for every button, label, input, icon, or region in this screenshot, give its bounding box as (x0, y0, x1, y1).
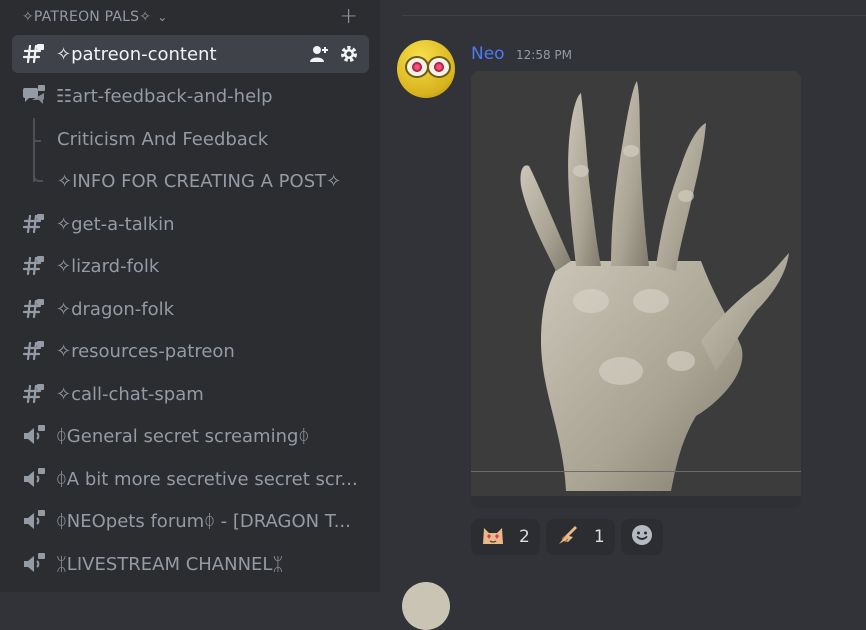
claw-hand-image (520, 81, 789, 491)
reaction-count: 2 (519, 527, 530, 547)
channel-neopets-forum[interactable]: ᛰNEOpets forumᛰ - [DRAGON T... (12, 502, 369, 540)
smiley-icon (631, 524, 653, 551)
thread-name: Criticism And Feedback (57, 128, 269, 150)
create-invite-icon[interactable] (309, 44, 329, 64)
channel-name: ✧resources-patreon (56, 340, 235, 362)
voice-channel-locked-icon (22, 424, 46, 448)
channel-name: ✧call-chat-spam (56, 383, 204, 405)
thread-name: ✧INFO FOR CREATING A POST✧ (57, 170, 342, 192)
channel-call-chat-spam[interactable]: ✧call-chat-spam (12, 375, 369, 413)
thread-spine (33, 118, 45, 182)
reaction-pointing-hand[interactable]: 1 (545, 519, 615, 555)
cat-heart-eyes-emoji (481, 524, 505, 551)
channel-patreon-content[interactable]: ✧patreon-content (12, 35, 369, 73)
voice-channel-locked-icon (22, 467, 46, 491)
text-channel-locked-icon (22, 42, 46, 66)
category-label: ✧PATREON PALS✧ (22, 9, 152, 25)
forum-channel-locked-icon (22, 84, 46, 108)
channel-name: ✧get-a-talkin (56, 213, 175, 235)
avatar[interactable] (397, 40, 455, 98)
text-channel-locked-icon (22, 297, 46, 321)
channel-dragon-folk[interactable]: ✧dragon-folk (12, 290, 369, 328)
thread-criticism-and-feedback[interactable]: Criticism And Feedback (57, 122, 268, 156)
channel-a-bit-more-secretive[interactable]: ᛰA bit more secretive secret scr... (12, 460, 369, 498)
reaction-cat-heart-eyes[interactable]: 2 (471, 519, 540, 555)
message-divider (402, 15, 866, 16)
reaction-count: 1 (593, 527, 605, 547)
channel-name: ᛯLIVESTREAM CHANNELᛯ (56, 553, 284, 575)
channel-general-secret-screaming[interactable]: ᛰGeneral secret screamingᛰ (12, 417, 369, 455)
text-channel-locked-icon (22, 339, 46, 363)
channel-name: ☷art-feedback-and-help (56, 85, 273, 107)
channel-name: ✧patreon-content (56, 43, 217, 65)
thread-info-for-creating-a-post[interactable]: ✧INFO FOR CREATING A POST✧ (57, 164, 341, 198)
image-attachment[interactable] (471, 71, 801, 508)
channel-get-a-talkin[interactable]: ✧get-a-talkin (12, 205, 369, 243)
text-channel-locked-icon (22, 212, 46, 236)
avatar-eye (405, 56, 429, 78)
channel-lizard-folk[interactable]: ✧lizard-folk (12, 247, 369, 285)
avatar-eye (427, 56, 451, 78)
channel-resources-patreon[interactable]: ✧resources-patreon (12, 332, 369, 370)
voice-channel-locked-icon (22, 552, 46, 576)
message-timestamp: 12:58 PM (516, 48, 572, 62)
text-channel-locked-icon (22, 382, 46, 406)
chevron-down-icon: ⌄ (157, 10, 168, 24)
channel-livestream[interactable]: ᛯLIVESTREAM CHANNELᛯ (12, 545, 369, 583)
category-header[interactable]: ✧PATREON PALS✧ ⌄ + (22, 4, 362, 29)
channel-name: ✧dragon-folk (56, 298, 175, 320)
channel-sidebar: ✧PATREON PALS✧ ⌄ + ✧patreon-content ☷art… (0, 0, 380, 592)
reactions-bar: 2 1 (471, 519, 663, 555)
voice-channel-locked-icon (22, 509, 46, 533)
attachment-separator (471, 471, 801, 472)
chat-area: Neo 12:58 PM 2 1 (380, 0, 866, 630)
gear-icon[interactable] (339, 44, 359, 64)
avatar[interactable] (402, 582, 450, 630)
channel-name: ᛰNEOpets forumᛰ - [DRAGON T... (56, 510, 351, 532)
channel-name: ᛰGeneral secret screamingᛰ (56, 425, 310, 447)
channel-name: ᛰA bit more secretive secret scr... (56, 468, 358, 490)
create-channel-button[interactable]: + (339, 4, 358, 29)
add-reaction-button[interactable] (620, 519, 663, 555)
channel-art-feedback-and-help[interactable]: ☷art-feedback-and-help (12, 77, 369, 115)
message-author[interactable]: Neo (471, 44, 505, 64)
attachment-footer (471, 496, 801, 508)
text-channel-locked-icon (22, 254, 46, 278)
channel-name: ✧lizard-folk (56, 255, 160, 277)
pointing-hand-emoji (556, 523, 580, 552)
